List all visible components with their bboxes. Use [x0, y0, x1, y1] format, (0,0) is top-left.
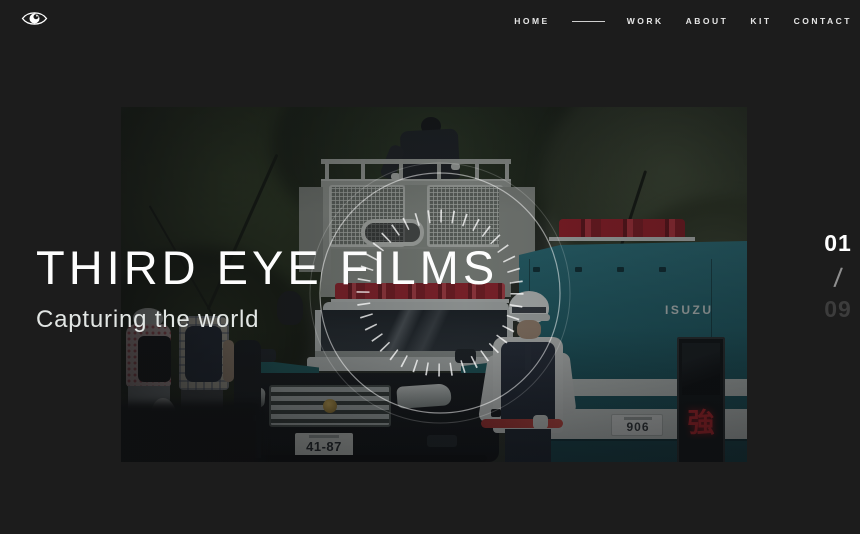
slide-separator: /: [816, 261, 859, 296]
nav-item-work[interactable]: WORK: [627, 16, 664, 26]
slide-total-number: 09: [818, 296, 858, 323]
page-subtitle: Capturing the world: [36, 306, 498, 334]
slide-current-number: 01: [818, 230, 858, 257]
page: { "header": { "logo_icon": "eye-logo", "…: [0, 0, 860, 534]
slide-pagination: 01 / 09: [818, 230, 858, 323]
eye-logo-icon[interactable]: [21, 9, 48, 28]
hero-text-block: THIRD EYE FILMS Capturing the world: [36, 244, 498, 334]
nav-item-about[interactable]: ABOUT: [686, 16, 729, 26]
nav-item-kit[interactable]: KIT: [750, 16, 771, 26]
header: HOME WORK ABOUT KIT CONTACT: [0, 0, 860, 44]
main-nav: HOME WORK ABOUT KIT CONTACT: [514, 16, 852, 26]
nav-active-indicator: [572, 21, 605, 22]
page-title: THIRD EYE FILMS: [36, 244, 498, 293]
nav-item-home[interactable]: HOME: [514, 16, 550, 26]
nav-item-contact[interactable]: CONTACT: [794, 16, 852, 26]
